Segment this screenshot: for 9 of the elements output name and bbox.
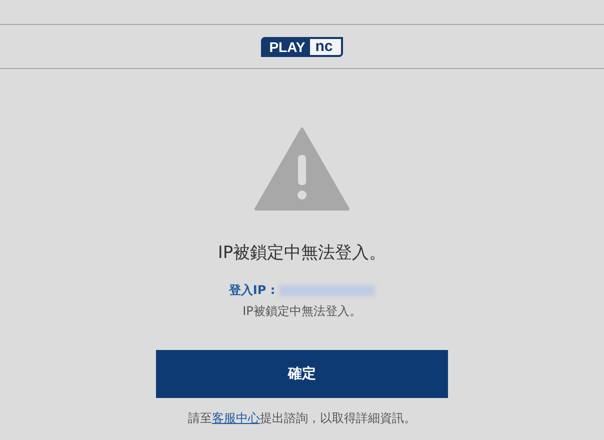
warning-icon <box>254 127 350 211</box>
error-title: IP被鎖定中無法登入。 <box>218 242 386 264</box>
confirm-button[interactable]: 確定 <box>156 350 448 398</box>
ip-label: 登入IP : <box>228 282 276 299</box>
logo-text: PLAY <box>261 36 310 56</box>
support-link[interactable]: 客服中心 <box>212 411 260 425</box>
error-detail: IP被鎖定中無法登入。 <box>242 303 362 320</box>
logo-text: nc <box>310 36 343 56</box>
help-text: 請至客服中心提出諮詢，以取得詳細資訊。 <box>188 410 416 427</box>
